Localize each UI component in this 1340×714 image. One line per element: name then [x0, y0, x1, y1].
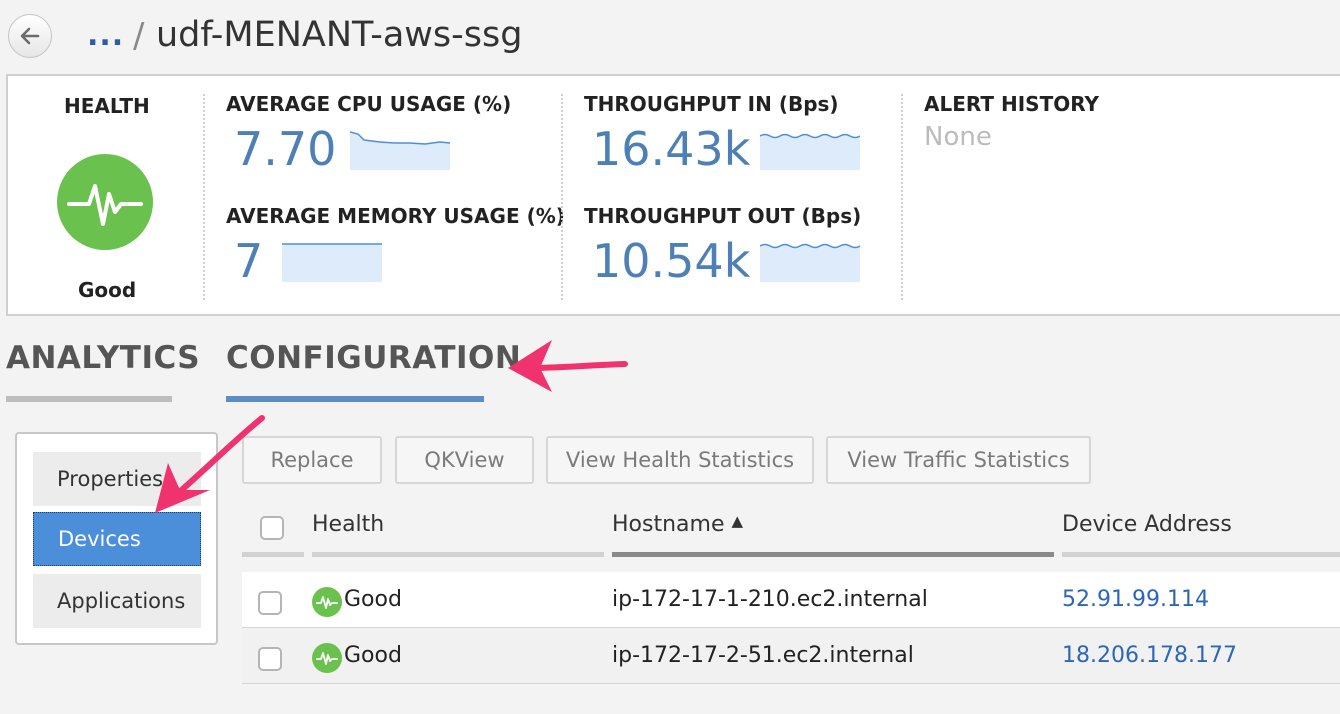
tab-analytics-underline — [6, 396, 172, 402]
health-status: Good — [78, 278, 137, 302]
alert-history-value: None — [924, 122, 992, 152]
throughput-in-sparkline — [760, 133, 860, 170]
health-good-icon — [312, 643, 342, 673]
column-header-device-address[interactable]: Device Address — [1062, 512, 1232, 537]
health-label: HEALTH — [64, 94, 150, 118]
throughput-out-value: 10.54k — [592, 234, 751, 288]
table-row[interactable]: Good ip-172-17-1-210.ec2.internal 52.91.… — [242, 572, 1340, 628]
qkview-button[interactable]: QKView — [395, 436, 534, 484]
view-health-statistics-button[interactable]: View Health Statistics — [546, 436, 814, 484]
memory-sparkline — [282, 243, 382, 282]
row-checkbox[interactable] — [258, 591, 282, 615]
table-row[interactable]: Good ip-172-17-2-51.ec2.internal 18.206.… — [242, 628, 1340, 684]
divider — [203, 94, 205, 300]
cpu-label: AVERAGE CPU USAGE (%) — [226, 92, 512, 116]
cpu-sparkline — [350, 131, 450, 170]
replace-button[interactable]: Replace — [242, 436, 382, 484]
memory-label: AVERAGE MEMORY USAGE (%) — [226, 204, 565, 228]
page-title: udf-MENANT-aws-ssg — [156, 15, 523, 55]
throughput-out-sparkline — [760, 243, 860, 282]
row-checkbox[interactable] — [258, 647, 282, 671]
side-item-properties[interactable]: Properties — [33, 452, 201, 506]
column-header-health[interactable]: Health — [312, 512, 384, 537]
divider — [901, 94, 903, 300]
back-button[interactable] — [8, 14, 52, 58]
row-hostname: ip-172-17-1-210.ec2.internal — [612, 587, 928, 612]
back-arrow-icon — [20, 27, 40, 45]
row-health-status: Good — [344, 587, 402, 612]
tab-configuration[interactable]: CONFIGURATION — [226, 340, 521, 376]
alert-history-label: ALERT HISTORY — [924, 92, 1100, 116]
view-traffic-statistics-button[interactable]: View Traffic Statistics — [826, 436, 1091, 484]
throughput-out-label: THROUGHPUT OUT (Bps) — [584, 204, 862, 228]
health-good-icon — [312, 587, 342, 617]
throughput-in-value: 16.43k — [592, 122, 751, 176]
row-hostname: ip-172-17-2-51.ec2.internal — [612, 643, 914, 668]
column-underline-sorted — [612, 552, 1054, 557]
select-all-checkbox[interactable] — [260, 516, 284, 540]
side-menu: Properties Devices Applications — [15, 432, 218, 645]
throughput-in-label: THROUGHPUT IN (Bps) — [584, 92, 839, 116]
breadcrumb-ellipsis[interactable]: ... — [87, 18, 124, 53]
column-header-hostname-label: Hostname — [612, 512, 725, 537]
row-health-status: Good — [344, 643, 402, 668]
divider — [561, 94, 563, 300]
row-device-address-link[interactable]: 52.91.99.114 — [1062, 587, 1209, 612]
cpu-value: 7.70 — [234, 122, 337, 176]
memory-value: 7 — [234, 234, 264, 288]
breadcrumb-separator: / — [133, 16, 145, 56]
row-device-address-link[interactable]: 18.206.178.177 — [1062, 643, 1237, 668]
health-good-icon — [57, 154, 153, 250]
column-underline — [1062, 552, 1340, 557]
sort-ascending-icon: ▲ — [731, 512, 744, 530]
column-underline — [312, 552, 604, 557]
column-underline — [242, 552, 304, 557]
stats-panel: HEALTH Good AVERAGE CPU USAGE (%) 7.70 A… — [6, 74, 1340, 316]
tab-configuration-underline — [226, 396, 484, 402]
side-item-devices[interactable]: Devices — [33, 512, 201, 566]
annotation-arrow-configuration — [508, 340, 628, 392]
tab-analytics[interactable]: ANALYTICS — [6, 340, 200, 376]
column-header-hostname[interactable]: Hostname ▲ — [612, 512, 743, 537]
side-item-applications[interactable]: Applications — [33, 574, 201, 628]
